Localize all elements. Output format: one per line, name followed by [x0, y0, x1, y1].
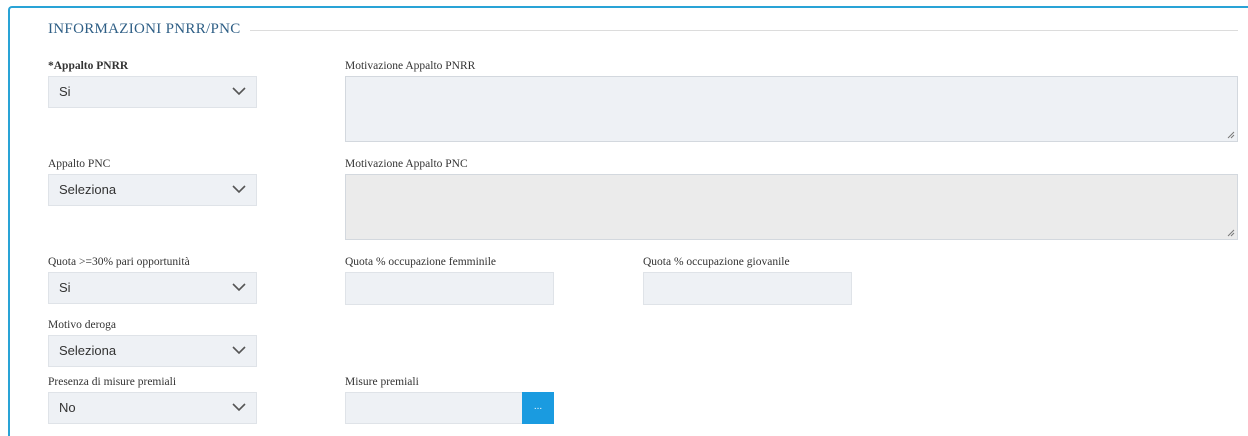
appalto-pnc-label: Appalto PNC	[48, 158, 111, 170]
appalto-pnc-select[interactable]: Seleziona	[48, 174, 257, 206]
appalto-pnrr-value: Si	[59, 84, 71, 99]
motivo-deroga-select[interactable]: Seleziona	[48, 335, 257, 367]
quota-giovanile-label: Quota % occupazione giovanile	[643, 256, 790, 268]
quota-giovanile-input[interactable]	[643, 272, 852, 305]
resize-grip-icon[interactable]	[1227, 131, 1235, 139]
appalto-pnrr-label: *Appalto PNRR	[48, 60, 129, 72]
quota-pari-opportunita-label: Quota >=30% pari opportunità	[48, 256, 190, 268]
motivazione-pnc-textarea	[345, 174, 1238, 240]
motivo-deroga-label: Motivo deroga	[48, 319, 117, 331]
chevron-down-icon	[232, 87, 246, 96]
presenza-misure-premiali-select[interactable]: No	[48, 392, 257, 424]
presenza-misure-premiali-label: Presenza di misure premiali	[48, 376, 177, 388]
quota-pari-opportunita-value: Si	[59, 280, 71, 295]
chevron-down-icon	[232, 403, 246, 412]
quota-femminile-label: Quota % occupazione femminile	[345, 256, 497, 268]
motivo-deroga-value: Seleziona	[59, 343, 117, 358]
chevron-down-icon	[232, 185, 246, 194]
appalto-pnrr-select[interactable]: Si	[48, 76, 257, 108]
chevron-down-icon	[232, 346, 246, 355]
misure-premiali-lookup-button[interactable]: ...	[522, 392, 554, 424]
section-divider	[250, 30, 1238, 31]
resize-grip-icon	[1227, 229, 1235, 237]
appalto-pnc-value: Seleziona	[59, 182, 117, 197]
misure-premiali-input[interactable]	[345, 392, 523, 424]
quota-femminile-input[interactable]	[345, 272, 554, 305]
chevron-down-icon	[232, 283, 246, 292]
motivazione-pnrr-textarea[interactable]	[345, 76, 1238, 142]
motivazione-pnrr-label: Motivazione Appalto PNRR	[345, 60, 476, 72]
presenza-misure-premiali-value: No	[59, 400, 76, 415]
quota-pari-opportunita-select[interactable]: Si	[48, 272, 257, 304]
motivazione-pnc-label: Motivazione Appalto PNC	[345, 158, 468, 170]
section-title: INFORMAZIONI PNRR/PNC	[48, 21, 251, 38]
misure-premiali-label: Misure premiali	[345, 376, 419, 388]
